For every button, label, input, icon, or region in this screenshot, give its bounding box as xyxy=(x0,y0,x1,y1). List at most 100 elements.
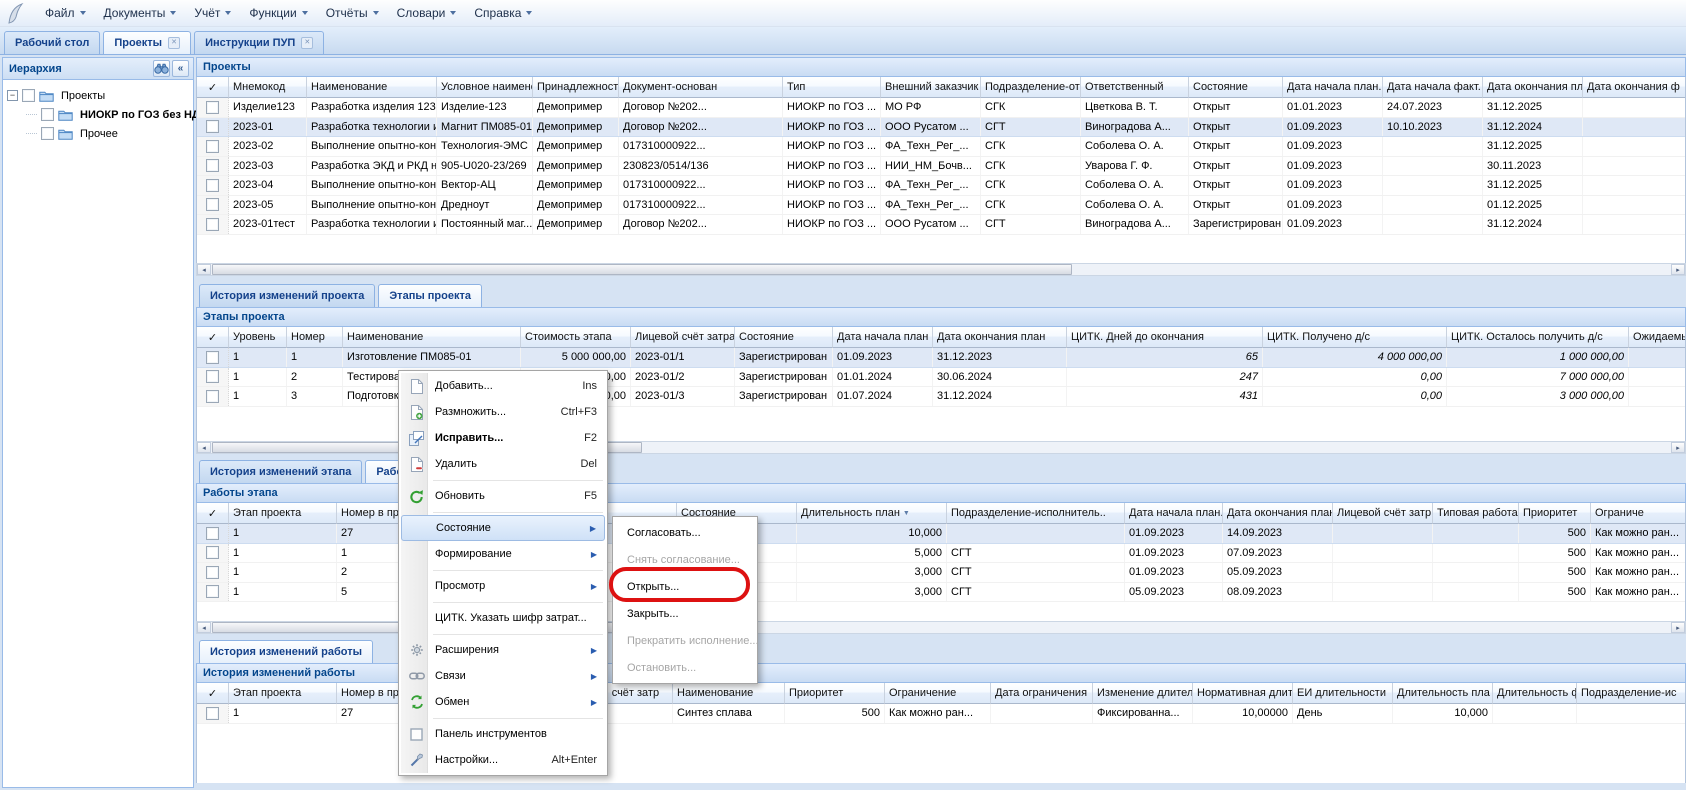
column-header[interactable]: Дата окончания ф xyxy=(1583,77,1686,98)
column-header[interactable]: Документ-основан xyxy=(619,77,783,98)
column-header[interactable]: Дата окончания план xyxy=(1223,503,1333,524)
column-header[interactable]: ✓ xyxy=(197,503,229,524)
column-header[interactable]: ЦИТК. Осталось получить д/с xyxy=(1447,327,1629,348)
menubar-item[interactable]: Учёт xyxy=(185,2,240,24)
column-header[interactable]: Ограниче xyxy=(1591,503,1686,524)
column-header[interactable]: Мнемокод xyxy=(229,77,307,98)
column-header[interactable]: Номер xyxy=(287,327,343,348)
menu-view[interactable]: Просмотр▶ xyxy=(401,573,605,599)
column-header[interactable]: Принадлежность xyxy=(533,77,619,98)
table-row[interactable]: 2023-04Выполнение опытно-конс...Вектор-А… xyxy=(197,176,1686,196)
row-checkbox[interactable] xyxy=(206,198,219,211)
column-header[interactable]: Подразделение-от xyxy=(981,77,1081,98)
menu-exchange[interactable]: Обмен▶ xyxy=(401,689,605,715)
column-header[interactable]: ЦИТК. Получено д/с xyxy=(1263,327,1447,348)
column-header[interactable]: Длительность план▼ xyxy=(797,503,947,524)
menu-settings[interactable]: Настройки...Alt+Enter xyxy=(401,747,605,773)
scrollbar-thumb[interactable] xyxy=(212,264,1072,275)
menu-delete[interactable]: УдалитьDel xyxy=(401,451,605,477)
column-header[interactable]: ✓ xyxy=(197,77,229,98)
scroll-right-icon[interactable] xyxy=(1671,442,1685,453)
row-checkbox[interactable] xyxy=(206,351,219,364)
tab-projects[interactable]: Проекты✕ xyxy=(103,31,191,54)
menu-formation[interactable]: Формирование▶ xyxy=(401,541,605,567)
column-header[interactable]: Дата начала план. xyxy=(1283,77,1383,98)
column-header[interactable]: Лицевой счёт затрат. xyxy=(631,327,735,348)
column-header[interactable]: Уровень xyxy=(229,327,287,348)
table-row[interactable]: 2023-03Разработка ЭКД и РКД н...905-U020… xyxy=(197,157,1686,177)
menu-add[interactable]: Добавить...Ins xyxy=(401,373,605,399)
column-header[interactable]: Этап проекта xyxy=(229,503,337,524)
menu-approve[interactable]: Согласовать... xyxy=(615,519,755,546)
row-checkbox[interactable] xyxy=(206,527,219,540)
table-row[interactable]: 2023-01тестРазработка технологии и...Пос… xyxy=(197,215,1686,235)
row-checkbox[interactable] xyxy=(206,566,219,579)
column-header[interactable]: Дата окончания пл xyxy=(1483,77,1583,98)
menu-extensions[interactable]: Расширения▶ xyxy=(401,637,605,663)
tree-checkbox[interactable] xyxy=(22,89,35,102)
column-header[interactable]: Приоритет xyxy=(785,683,885,704)
menu-stop-execution[interactable]: Прекратить исполнение... xyxy=(615,627,755,654)
column-header[interactable]: Ограничение xyxy=(885,683,991,704)
column-header[interactable]: Изменение длител xyxy=(1093,683,1193,704)
collapse-icon[interactable]: − xyxy=(7,90,18,101)
row-checkbox[interactable] xyxy=(206,120,219,133)
row-checkbox[interactable] xyxy=(206,101,219,114)
column-header[interactable]: Длительность пла xyxy=(1393,683,1493,704)
tab-pup-instructions[interactable]: Инструкции ПУП✕ xyxy=(194,31,324,54)
column-header[interactable]: Дата окончания план xyxy=(933,327,1067,348)
column-header[interactable]: Состояние xyxy=(735,327,833,348)
column-header[interactable]: Лицевой счёт затр xyxy=(1333,503,1433,524)
tree-node[interactable]: −Проекты xyxy=(3,86,193,105)
menu-duplicate[interactable]: Размножить...Ctrl+F3 xyxy=(401,399,605,425)
row-checkbox[interactable] xyxy=(206,390,219,403)
menubar-item[interactable]: Файл xyxy=(36,2,95,24)
column-header[interactable]: Стоимость этапа xyxy=(521,327,631,348)
column-header[interactable]: Дата начала факт. xyxy=(1383,77,1483,98)
search-button[interactable] xyxy=(153,60,170,77)
menubar-item[interactable]: Документы xyxy=(95,2,186,24)
scroll-left-icon[interactable] xyxy=(197,442,211,453)
table-row[interactable]: 2023-05Выполнение опытно-конс...Дредноут… xyxy=(197,196,1686,216)
column-header[interactable]: ЕИ длительности xyxy=(1293,683,1393,704)
column-header[interactable]: Наименование xyxy=(673,683,785,704)
menubar-item[interactable]: Словари xyxy=(388,2,466,24)
row-checkbox[interactable] xyxy=(206,707,219,720)
column-header[interactable]: Нормативная длит xyxy=(1193,683,1293,704)
column-header[interactable]: Типовая работа xyxy=(1433,503,1519,524)
column-header[interactable]: Ответственный xyxy=(1081,77,1189,98)
row-checkbox[interactable] xyxy=(206,159,219,172)
table-row[interactable]: 11Изготовление ПМ085-015 000 000,002023-… xyxy=(197,348,1686,368)
table-row[interactable]: Изделие123Разработка изделия 123Изделие-… xyxy=(197,98,1686,118)
row-checkbox[interactable] xyxy=(206,370,219,383)
column-header[interactable]: Состояние xyxy=(1189,77,1283,98)
row-checkbox[interactable] xyxy=(206,218,219,231)
close-icon[interactable]: ✕ xyxy=(168,37,180,49)
column-header[interactable]: Условное наименова xyxy=(437,77,533,98)
scroll-left-icon[interactable] xyxy=(197,264,211,275)
menu-links[interactable]: Связи▶ xyxy=(401,663,605,689)
column-header[interactable]: Тип xyxy=(783,77,881,98)
tab-project-stages[interactable]: Этапы проекта xyxy=(378,284,482,307)
menu-refresh[interactable]: ОбновитьF5 xyxy=(401,483,605,509)
column-header[interactable]: Внешний заказчик xyxy=(881,77,981,98)
column-header[interactable]: Дата начала план xyxy=(833,327,933,348)
column-header[interactable]: Дата начала план. xyxy=(1125,503,1223,524)
tree-checkbox[interactable] xyxy=(41,127,54,140)
column-header[interactable]: Длительность фак xyxy=(1493,683,1577,704)
menu-state[interactable]: Состояние▶ xyxy=(401,515,605,541)
column-header[interactable]: ✓ xyxy=(197,327,229,348)
column-header[interactable]: Подразделение-исполнитель.. xyxy=(947,503,1125,524)
column-header[interactable]: Приоритет xyxy=(1519,503,1591,524)
column-header[interactable]: Наименование xyxy=(343,327,521,348)
collapse-panel-button[interactable] xyxy=(172,60,189,77)
tab-work-history[interactable]: История изменений работы xyxy=(199,640,373,663)
column-header[interactable]: Наименование xyxy=(307,77,437,98)
tree-node[interactable]: НИОКР по ГОЗ без НДС xyxy=(3,105,193,124)
scroll-left-icon[interactable] xyxy=(197,622,211,633)
tree-node[interactable]: Прочее xyxy=(3,124,193,143)
row-checkbox[interactable] xyxy=(206,585,219,598)
row-checkbox[interactable] xyxy=(206,140,219,153)
table-row[interactable]: 2023-02Выполнение опытно-конс...Технолог… xyxy=(197,137,1686,157)
column-header[interactable]: Дата ограничения xyxy=(991,683,1093,704)
